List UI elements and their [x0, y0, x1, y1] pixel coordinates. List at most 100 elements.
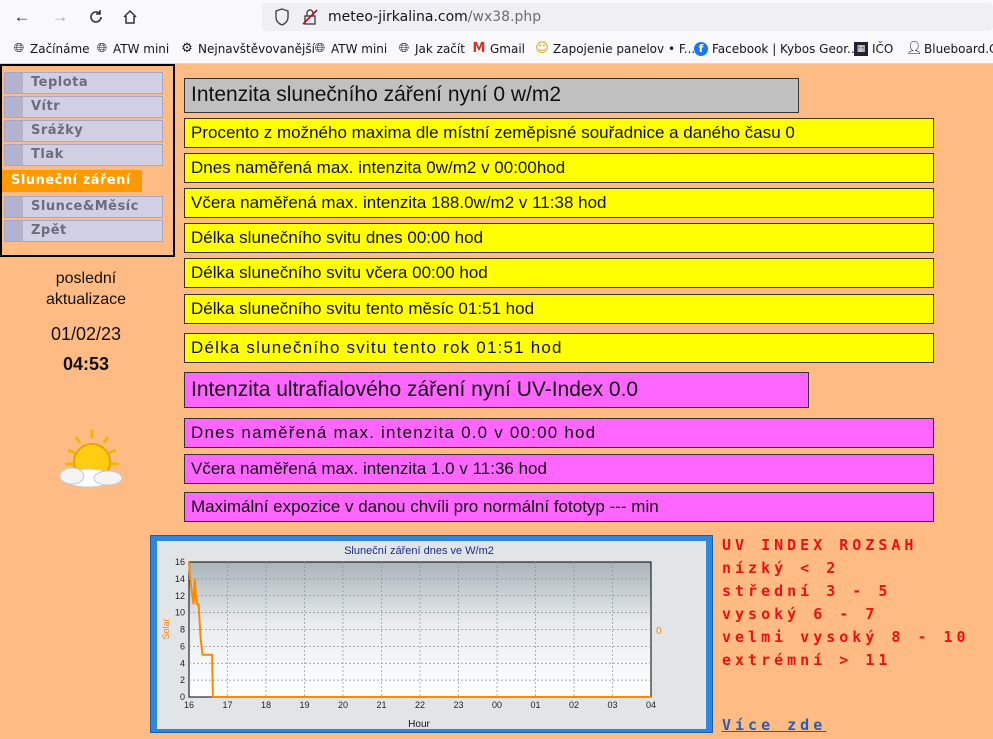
menu-item-slunce-mesic[interactable]: Slunce&Měsíc: [4, 196, 163, 218]
bookmark-ico[interactable]: ▦ IČO: [854, 40, 893, 57]
menu-item-vitr[interactable]: Vítr: [4, 96, 163, 118]
ico-icon: ▦: [854, 41, 868, 56]
uv-exposure-text: Maximální expozice v danou chvíli pro no…: [191, 497, 659, 516]
side-menu: Teplota Vítr Srážky Tlak Sluneční záření…: [0, 64, 175, 257]
browser-toolbar: ← → meteo-jirkalina.com/wx38.php: [0, 0, 993, 34]
globe-icon: 🌐︎: [398, 40, 410, 56]
solar-yesterday-max-row: Včera naměřená max. intenzita 188.0w/m2 …: [184, 188, 934, 218]
shield-icon[interactable]: [274, 8, 290, 31]
gear-icon: ⚙: [181, 40, 193, 56]
bookmark-zapojenie[interactable]: ☺ Zapojenie panelov • F...: [535, 40, 695, 57]
chart-x-tick-label: 00: [492, 700, 502, 710]
smiley-icon: ☺: [535, 40, 549, 56]
forward-icon[interactable]: →: [48, 6, 72, 28]
home-icon[interactable]: [118, 6, 142, 28]
bookmark-atw-mini[interactable]: 🌐︎ ATW mini: [95, 40, 169, 57]
chart-title: Sluneční záření dnes ve W/m2: [344, 545, 494, 557]
chart-x-tick-label: 02: [569, 700, 579, 710]
bookmark-label: Nejnavštěvovanější: [198, 41, 315, 56]
solar-percent-text: Procento z možného maxima dle místní zem…: [191, 123, 795, 142]
more-info-link[interactable]: Více zde: [722, 716, 826, 734]
uv-yesterday-max-text: Včera naměřená max. intenzita 1.0 v 11:3…: [191, 459, 547, 478]
uv-today-max-row: Dnes naměřená max. intenzita 0.0 v 00:00…: [184, 418, 934, 448]
reload-icon[interactable]: [84, 6, 108, 28]
solar-chart-panel: Sluneční záření dnes ve W/m2 0 2 4 6 8 10 12 14…: [157, 541, 706, 730]
sun-cloud-icon: [59, 430, 123, 488]
url-text[interactable]: meteo-jirkalina.com/wx38.php: [328, 9, 541, 25]
bookmark-zaciname[interactable]: 🌐︎ Začínáme: [12, 40, 90, 57]
facebook-icon: f: [694, 41, 708, 56]
sunshine-today-row: Délka slunečního svitu dnes 00:00 hod: [184, 223, 934, 253]
chart-x-tick-label: 23: [453, 700, 463, 710]
chart-x-tick-label: 03: [607, 700, 617, 710]
chart-y-label: Solar: [161, 618, 171, 639]
chart-y-tick-label: 2: [180, 675, 185, 685]
menu-item-zpet[interactable]: Zpět: [4, 220, 163, 242]
sunshine-year-row: Délka slunečního svitu tento rok 01:51 h…: [184, 333, 934, 363]
chart-x-tick-label: 18: [261, 700, 271, 710]
menu-item-srazky[interactable]: Srážky: [4, 120, 163, 142]
solar-now-row: Intenzita slunečního záření nyní 0 w/m2: [184, 78, 799, 113]
uv-legend-extreme: extrémní > 11: [722, 651, 892, 669]
chart-right-axis-label: 0: [656, 626, 662, 637]
chart-x-tick-label: 17: [222, 700, 232, 710]
globe-icon: 🌐︎: [314, 40, 326, 56]
chart-y-tick-label: 16: [175, 557, 185, 567]
solar-percent-row: Procento z možného maxima dle místní zem…: [184, 118, 934, 148]
bookmarks-bar: 🌐︎ Začínáme 🌐︎ ATW mini ⚙ Nejnavštěvovanějš…: [0, 34, 993, 64]
chart-y-tick-label: 14: [175, 574, 185, 584]
last-update-label: poslední aktualizace: [45, 270, 127, 308]
uv-legend-very-high: velmi vysoký 8 - 10: [722, 628, 970, 646]
chart-x-label: Hour: [408, 719, 430, 729]
url-bar[interactable]: meteo-jirkalina.com/wx38.php: [262, 3, 993, 31]
sunshine-yesterday-row: Délka slunečního svitu včera 00:00 hod: [184, 258, 934, 288]
gmail-icon: M: [472, 40, 486, 56]
uv-legend-low: nízký < 2: [722, 559, 840, 577]
chart-y-tick-label: 6: [180, 641, 185, 651]
bookmark-label: Blueboard.CZ: [924, 41, 993, 56]
bookmark-label: ATW mini: [113, 41, 170, 56]
last-update-time: 04:53: [62, 354, 110, 374]
globe-icon: 🌐︎: [13, 40, 25, 56]
globe-icon: 🌐︎: [96, 40, 108, 56]
bookmark-label: Zapojenie panelov • F...: [553, 41, 696, 56]
bookmark-atw-mini-2[interactable]: 🌐︎ ATW mini: [313, 40, 387, 57]
chart-y-tick-label: 10: [175, 608, 185, 618]
bookmark-blueboard[interactable]: 👤︎Blueboard.CZ: [906, 40, 993, 57]
solar-chart-frame: Sluneční záření dnes ve W/m2 0 2 4 6 8 10 12 14…: [150, 535, 713, 733]
bookmark-most-visited[interactable]: ⚙ Nejnavštěvovanější: [180, 40, 315, 57]
uv-index-legend: UV INDEX ROZSAH nízký < 2 střední 3 - 5 …: [722, 534, 987, 672]
sunshine-year-text: Délka slunečního svitu tento rok 01:51 h…: [191, 338, 563, 357]
chart-x-tick-label: 21: [376, 700, 386, 710]
bookmark-facebook[interactable]: f Facebook | Kybos Geor...: [694, 40, 858, 57]
bookmark-gmail[interactable]: M Gmail: [472, 40, 525, 57]
chart-x-tick-label: 22: [415, 700, 425, 710]
bookmark-jak-zacit[interactable]: 🌐︎ Jak začít: [397, 40, 465, 57]
chart-y-tick-label: 4: [180, 658, 185, 668]
uv-today-max-text: Dnes naměřená max. intenzita 0.0 v 00:00…: [191, 423, 597, 442]
bookmark-label: Gmail: [490, 41, 526, 56]
chart-y-tick-label: 8: [180, 625, 185, 635]
url-path: /wx38.php: [467, 9, 542, 25]
sunshine-today-text: Délka slunečního svitu dnes 00:00 hod: [191, 228, 484, 247]
chart-x-tick-label: 20: [338, 700, 348, 710]
bookmark-label: Začínáme: [30, 41, 90, 56]
chart-x-tick-label: 01: [530, 700, 540, 710]
url-host: meteo-jirkalina.com: [328, 9, 468, 25]
solar-chart: Sluneční záření dnes ve W/m2 02468101214…: [161, 545, 662, 730]
menu-item-teplota[interactable]: Teplota: [4, 72, 163, 94]
menu-item-tlak[interactable]: Tlak: [4, 144, 163, 166]
solar-yesterday-max-text: Včera naměřená max. intenzita 188.0w/m2 …: [191, 193, 607, 212]
sunshine-yesterday-text: Délka slunečního svitu včera 00:00 hod: [191, 263, 488, 282]
insecure-lock-icon[interactable]: [302, 8, 318, 31]
sunshine-month-row: Délka slunečního svitu tento měsíc 01:51…: [184, 294, 934, 324]
solar-now-text: Intenzita slunečního záření nyní 0 w/m2: [191, 83, 562, 106]
back-icon[interactable]: ←: [10, 6, 34, 28]
chart-x-tick-label: 19: [299, 700, 309, 710]
bookmark-label: Jak začít: [415, 41, 465, 56]
uv-now-text: Intenzita ultrafialového záření nyní UV-…: [191, 378, 639, 401]
menu-item-slunecni-zareni[interactable]: Sluneční záření: [2, 170, 142, 192]
chart-y-tick-label: 12: [175, 591, 185, 601]
uv-legend-title: UV INDEX ROZSAH: [722, 536, 918, 554]
bookmark-label: IČO: [872, 41, 894, 56]
